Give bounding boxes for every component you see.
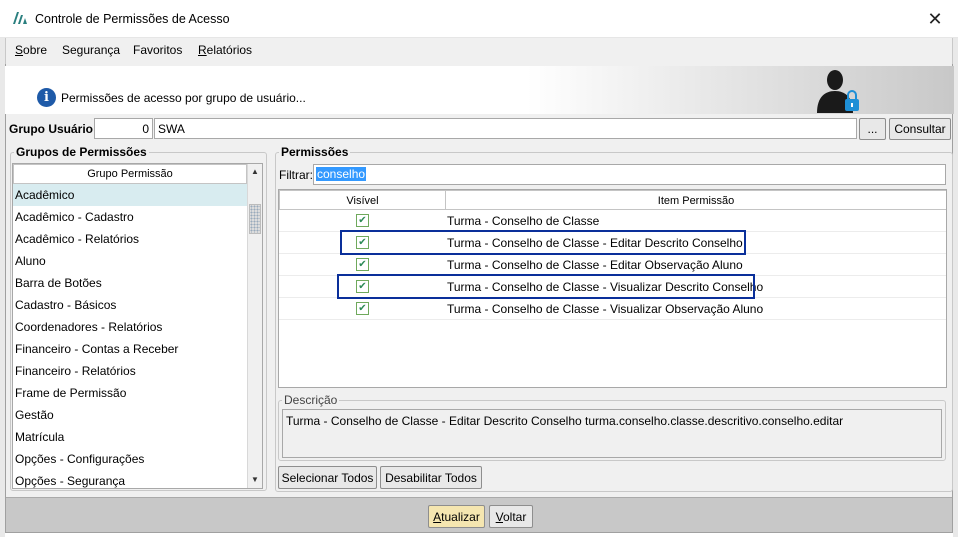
title-bar: Controle de Permissões de Acesso ✕ [0, 0, 958, 38]
user-lock-icon [817, 70, 859, 113]
user-group-label: Grupo Usuário: [9, 122, 98, 136]
permission-item-label: Turma - Conselho de Classe [447, 214, 600, 228]
table-row[interactable]: ✔ Turma - Conselho de Classe - Editar Obs… [279, 254, 946, 276]
groups-scrollbar[interactable]: ▲ ▼ [247, 164, 262, 488]
list-item[interactable]: Financeiro - Relatórios [13, 360, 247, 382]
description-title: Descrição [282, 393, 340, 407]
table-row[interactable]: ✔ Turma - Conselho de Classe [279, 210, 946, 232]
menu-bar: Sobre Segurança Favoritos Relatórios [5, 38, 953, 64]
list-item[interactable]: Aluno [13, 250, 247, 272]
info-icon: i [37, 88, 56, 107]
banner-text: Permissões de acesso por grupo de usuári… [61, 91, 306, 105]
list-item[interactable]: Cadastro - Básicos [13, 294, 247, 316]
close-icon[interactable]: ✕ [912, 0, 958, 38]
list-item[interactable]: Acadêmico - Cadastro [13, 206, 247, 228]
consultar-button[interactable]: Consultar [889, 118, 951, 140]
header-banner: i Permissões de acesso por grupo de usuá… [5, 66, 954, 114]
list-item[interactable]: Barra de Botões [13, 272, 247, 294]
list-item[interactable]: Coordenadores - Relatórios [13, 316, 247, 338]
list-item[interactable]: Acadêmico [13, 184, 247, 206]
groups-list[interactable]: Grupo Permissão Acadêmico Acadêmico - Cad… [12, 163, 263, 489]
menu-relatorios[interactable]: Relatórios [198, 43, 252, 57]
column-header-visivel[interactable]: Visível [279, 190, 446, 210]
back-button[interactable]: Voltar [489, 505, 533, 528]
permission-item-label: Turma - Conselho de Classe - Editar Obse… [447, 258, 743, 272]
menu-seguranca[interactable]: Segurança [62, 43, 120, 57]
scroll-thumb[interactable] [249, 204, 261, 234]
filter-value: conselho [316, 167, 367, 181]
window-title: Controle de Permissões de Acesso [35, 12, 230, 26]
list-item[interactable]: Acadêmico - Relatórios [13, 228, 247, 250]
user-group-id-field[interactable]: 0 [94, 118, 153, 139]
scroll-up-icon[interactable]: ▲ [248, 164, 262, 180]
list-item[interactable]: Opções - Segurança [13, 470, 247, 488]
description-text: Turma - Conselho de Classe - Editar Desc… [282, 409, 942, 458]
list-item[interactable]: Frame de Permissão [13, 382, 247, 404]
disable-all-button[interactable]: Desabilitar Todos [380, 466, 482, 489]
highlight-box [337, 274, 755, 299]
permission-item-label: Turma - Conselho de Classe - Visualizar … [447, 302, 764, 316]
list-item[interactable]: Financeiro - Contas a Receber [13, 338, 247, 360]
list-item[interactable]: Matrícula [13, 426, 247, 448]
list-item[interactable]: Opções - Configurações [13, 448, 247, 470]
column-header-item[interactable]: Item Permissão [445, 190, 946, 210]
user-group-name-field[interactable]: SWA [154, 118, 857, 139]
filter-input[interactable]: conselho [313, 164, 946, 185]
table-row[interactable]: ✔ Turma - Conselho de Classe - Visualizar… [279, 298, 946, 320]
select-all-button[interactable]: Selecionar Todos [278, 466, 377, 489]
groups-panel-title: Grupos de Permissões [14, 145, 149, 159]
app-logo-icon [13, 12, 27, 24]
visible-checkbox[interactable]: ✔ [356, 214, 369, 227]
visible-checkbox[interactable]: ✔ [356, 258, 369, 271]
visible-checkbox[interactable]: ✔ [356, 302, 369, 315]
menu-sobre[interactable]: Sobre [15, 43, 47, 57]
groups-column-header[interactable]: Grupo Permissão [13, 164, 247, 184]
list-item[interactable]: Gestão [13, 404, 247, 426]
menu-favoritos[interactable]: Favoritos [133, 43, 182, 57]
filter-label: Filtrar: [279, 168, 313, 182]
permissions-panel-title: Permissões [279, 145, 351, 159]
highlight-box [340, 230, 746, 255]
scroll-down-icon[interactable]: ▼ [248, 472, 262, 488]
browse-button[interactable]: ... [859, 118, 886, 140]
update-button[interactable]: Atualizar [428, 505, 485, 528]
